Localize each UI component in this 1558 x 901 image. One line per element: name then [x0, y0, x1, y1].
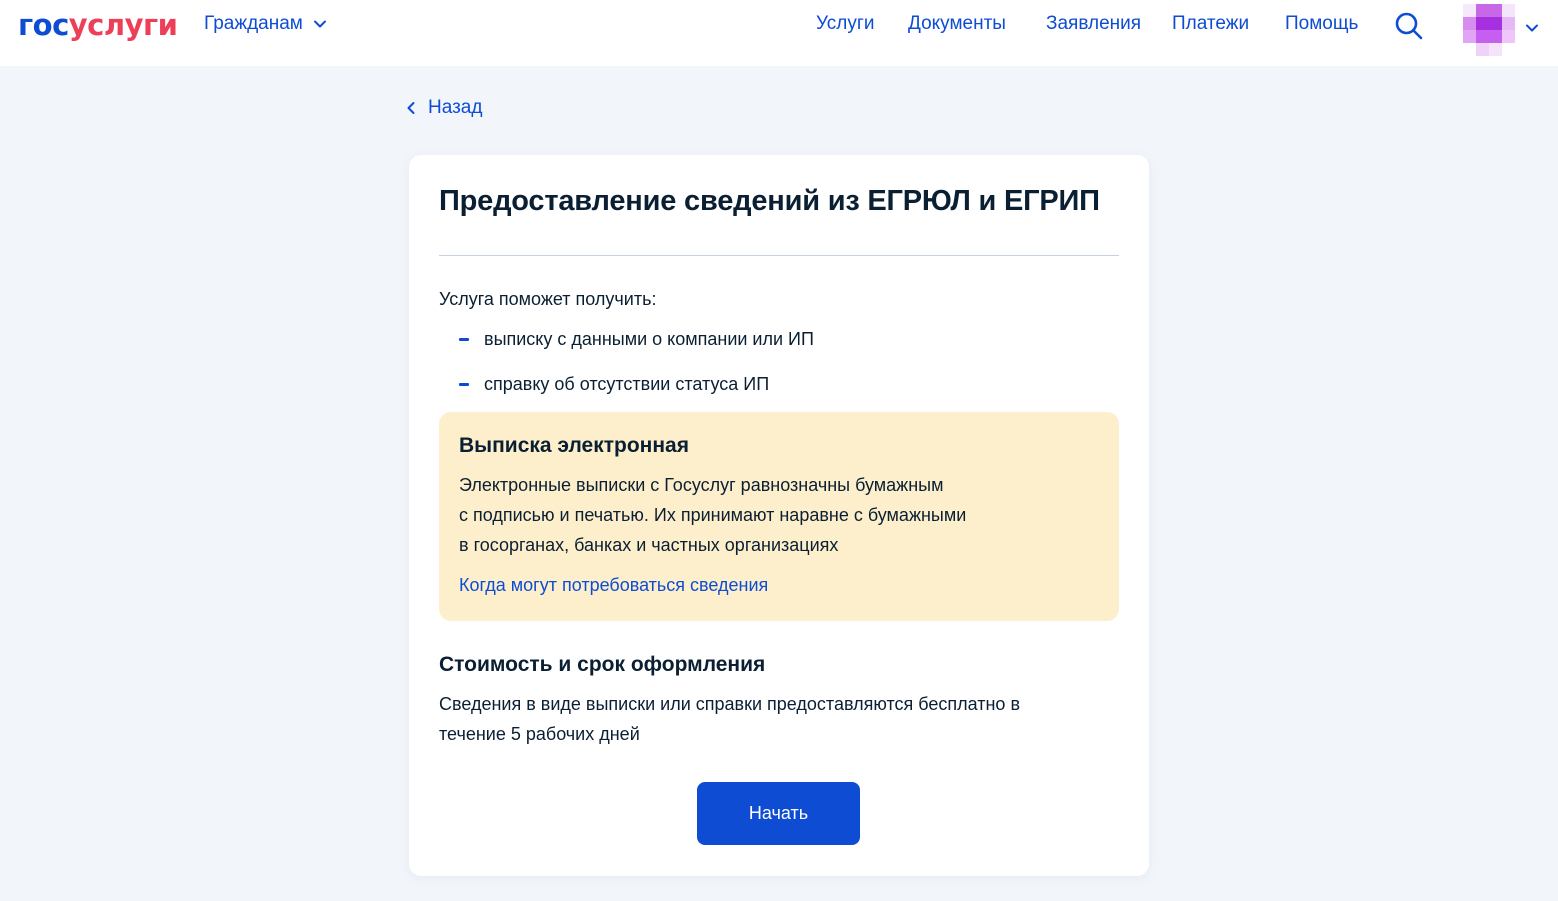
logo-part-gos: гос: [18, 8, 69, 42]
list-item: справку об отсутствии статуса ИП: [459, 374, 769, 395]
gosuslugi-logo[interactable]: госуслуги: [18, 8, 178, 42]
back-link-label: Назад: [428, 97, 483, 118]
dash-bullet-icon: [459, 338, 469, 341]
nav-documents[interactable]: Документы: [908, 13, 1006, 35]
citizens-menu[interactable]: Гражданам: [204, 13, 327, 35]
list-item-text: выписку с данными о компании или ИП: [484, 329, 814, 349]
notice-text-line: с подписью и печатью. Их принимают нарав…: [459, 505, 967, 525]
nav-services[interactable]: Услуги: [816, 13, 874, 35]
avatar[interactable]: [1463, 4, 1515, 56]
notice-text-line: Электронные выписки с Госуслуг равнознач…: [459, 475, 944, 495]
chevron-left-icon: [407, 102, 415, 114]
back-link[interactable]: Назад: [406, 97, 482, 119]
divider: [439, 255, 1119, 256]
list-item: выписку с данными о компании или ИП: [459, 329, 814, 350]
when-needed-link[interactable]: Когда могут потребоваться сведения: [459, 575, 768, 596]
start-button[interactable]: Начать: [697, 782, 860, 845]
intro-text: Услуга поможет получить:: [439, 289, 657, 309]
cost-text-line: Сведения в виде выписки или справки пред…: [439, 694, 1021, 714]
cost-section-title: Стоимость и срок оформления: [439, 653, 766, 676]
citizens-menu-label: Гражданам: [204, 13, 303, 34]
notice-text-line: в госорганах, банках и частных организац…: [459, 535, 839, 555]
chevron-down-icon: [313, 20, 326, 28]
logo-part-uslugi: услуги: [68, 8, 178, 42]
top-header: госуслуги Гражданам Услуги Документы Зая…: [0, 0, 1558, 66]
chevron-down-icon[interactable]: [1524, 20, 1540, 36]
notice-title: Выписка электронная: [459, 434, 689, 457]
page-title: Предоставление сведений из ЕГРЮЛ и ЕГРИП: [439, 185, 1100, 217]
nav-help[interactable]: Помощь: [1285, 13, 1358, 35]
list-item-text: справку об отсутствии статуса ИП: [484, 374, 770, 394]
dash-bullet-icon: [459, 383, 469, 386]
info-notice: Выписка электронная Электронные выписки …: [439, 412, 1119, 621]
cost-text-line: течение 5 рабочих дней: [439, 724, 640, 744]
service-card: Предоставление сведений из ЕГРЮЛ и ЕГРИП…: [409, 155, 1149, 876]
search-icon[interactable]: [1394, 11, 1424, 41]
nav-payments[interactable]: Платежи: [1172, 13, 1249, 35]
nav-applications[interactable]: Заявления: [1046, 13, 1141, 35]
